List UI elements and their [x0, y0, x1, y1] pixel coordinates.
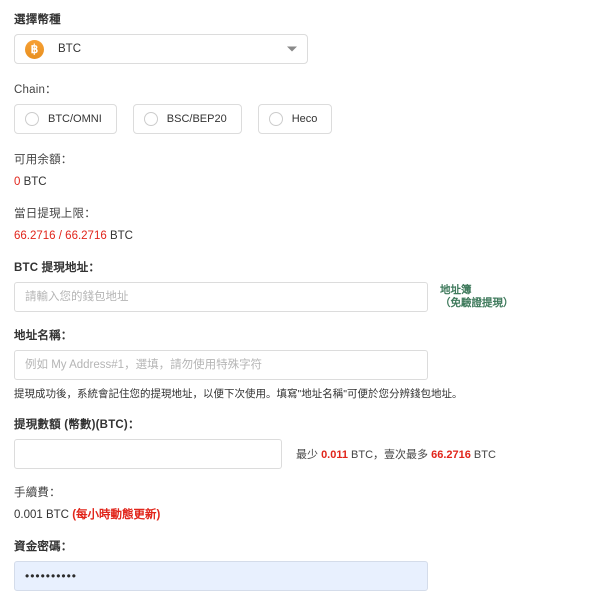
fee-amount: 0.001 BTC: [14, 509, 69, 521]
hint-suffix: BTC: [470, 449, 496, 461]
chain-option-label: Heco: [291, 113, 318, 125]
radio-icon[interactable]: [268, 112, 283, 126]
daily-limit-separator: /: [55, 230, 66, 242]
withdraw-amount-section: 提現數額 (幣數)(BTC)： 最少 0.011 BTC，壹次最多 66.271…: [14, 417, 586, 469]
fund-password-label: 資金密碼：: [14, 541, 73, 553]
withdraw-form-page: 選擇幣種 ฿ BTC Chain： BTC/OMNI BSC/BEP20 Hec…: [0, 0, 600, 591]
address-name-helper-text: 提現成功後，系統會記住您的提現地址，以便下次使用。填寫"地址名稱"可便於您分辨錢…: [14, 388, 463, 400]
chain-section: Chain： BTC/OMNI BSC/BEP20 Heco: [14, 82, 586, 134]
address-name-input[interactable]: [14, 350, 428, 380]
chain-option-label: BSC/BEP20: [166, 113, 227, 125]
radio-icon[interactable]: [143, 112, 158, 126]
hint-max-value: 66.2716: [431, 449, 471, 461]
daily-limit-section: 當日提現上限： 66.2716 / 66.2716 BTC: [14, 206, 586, 244]
withdraw-amount-row: 最少 0.011 BTC，壹次最多 66.2716 BTC: [14, 439, 586, 469]
daily-limit-value: 66.2716 / 66.2716 BTC: [14, 228, 586, 244]
chain-label: Chain：: [14, 84, 57, 96]
address-name-label: 地址名稱：: [14, 330, 73, 342]
withdraw-amount-hint: 最少 0.011 BTC，壹次最多 66.2716 BTC: [296, 446, 496, 462]
daily-limit-total: 66.2716: [65, 230, 107, 242]
withdraw-amount-input[interactable]: [14, 439, 282, 469]
currency-selected-value: BTC: [58, 43, 81, 55]
chain-options: BTC/OMNI BSC/BEP20 Heco: [14, 104, 586, 134]
fee-note: (每小時動態更新): [72, 509, 161, 521]
currency-label: 選擇幣種: [14, 14, 61, 26]
daily-limit-unit: BTC: [109, 230, 133, 242]
currency-section: 選擇幣種 ฿ BTC: [14, 12, 586, 64]
currency-select[interactable]: ฿ BTC: [14, 34, 308, 64]
fund-password-input[interactable]: [14, 561, 428, 591]
withdraw-address-input[interactable]: [14, 282, 428, 312]
daily-limit-used: 66.2716: [14, 230, 56, 242]
address-book-sublabel: （免驗證提現）: [440, 297, 514, 309]
hint-min-value: 0.011: [321, 449, 348, 461]
address-book-label: 地址簿: [440, 284, 472, 296]
chain-option-bsc-bep20[interactable]: BSC/BEP20: [132, 104, 242, 134]
available-balance-unit-text: BTC: [23, 176, 47, 188]
withdraw-address-section: BTC 提現地址： 地址簿 （免驗證提現）: [14, 260, 586, 312]
hint-middle: BTC，壹次最多: [347, 449, 432, 461]
withdraw-address-label: BTC 提現地址：: [14, 262, 101, 274]
available-balance-value: 0 BTC: [14, 174, 586, 190]
hint-prefix: 最少: [296, 449, 322, 461]
bitcoin-icon: ฿: [25, 39, 44, 59]
fund-password-section: 資金密碼：: [14, 539, 586, 591]
address-book-link[interactable]: 地址簿 （免驗證提現）: [440, 284, 514, 310]
available-balance-section: 可用余額： 0 BTC: [14, 152, 586, 190]
chevron-down-icon[interactable]: [287, 46, 297, 52]
fee-value-row: 0.001 BTC (每小時動態更新): [14, 507, 586, 523]
withdraw-amount-label: 提現數額 (幣數)(BTC)：: [14, 419, 140, 431]
address-name-section: 地址名稱： 提現成功後，系統會記住您的提現地址，以便下次使用。填寫"地址名稱"可…: [14, 328, 586, 401]
withdraw-address-row: 地址簿 （免驗證提現）: [14, 282, 586, 312]
fee-label: 手續費：: [14, 487, 61, 499]
radio-icon[interactable]: [25, 112, 39, 126]
daily-limit-label: 當日提現上限：: [14, 208, 96, 220]
fee-section: 手續費： 0.001 BTC (每小時動態更新): [14, 485, 586, 523]
chain-option-label: BTC/OMNI: [48, 113, 102, 125]
chain-option-heco[interactable]: Heco: [257, 104, 333, 134]
available-balance-label: 可用余額：: [14, 154, 73, 166]
chain-option-btc-omni[interactable]: BTC/OMNI: [14, 104, 117, 134]
